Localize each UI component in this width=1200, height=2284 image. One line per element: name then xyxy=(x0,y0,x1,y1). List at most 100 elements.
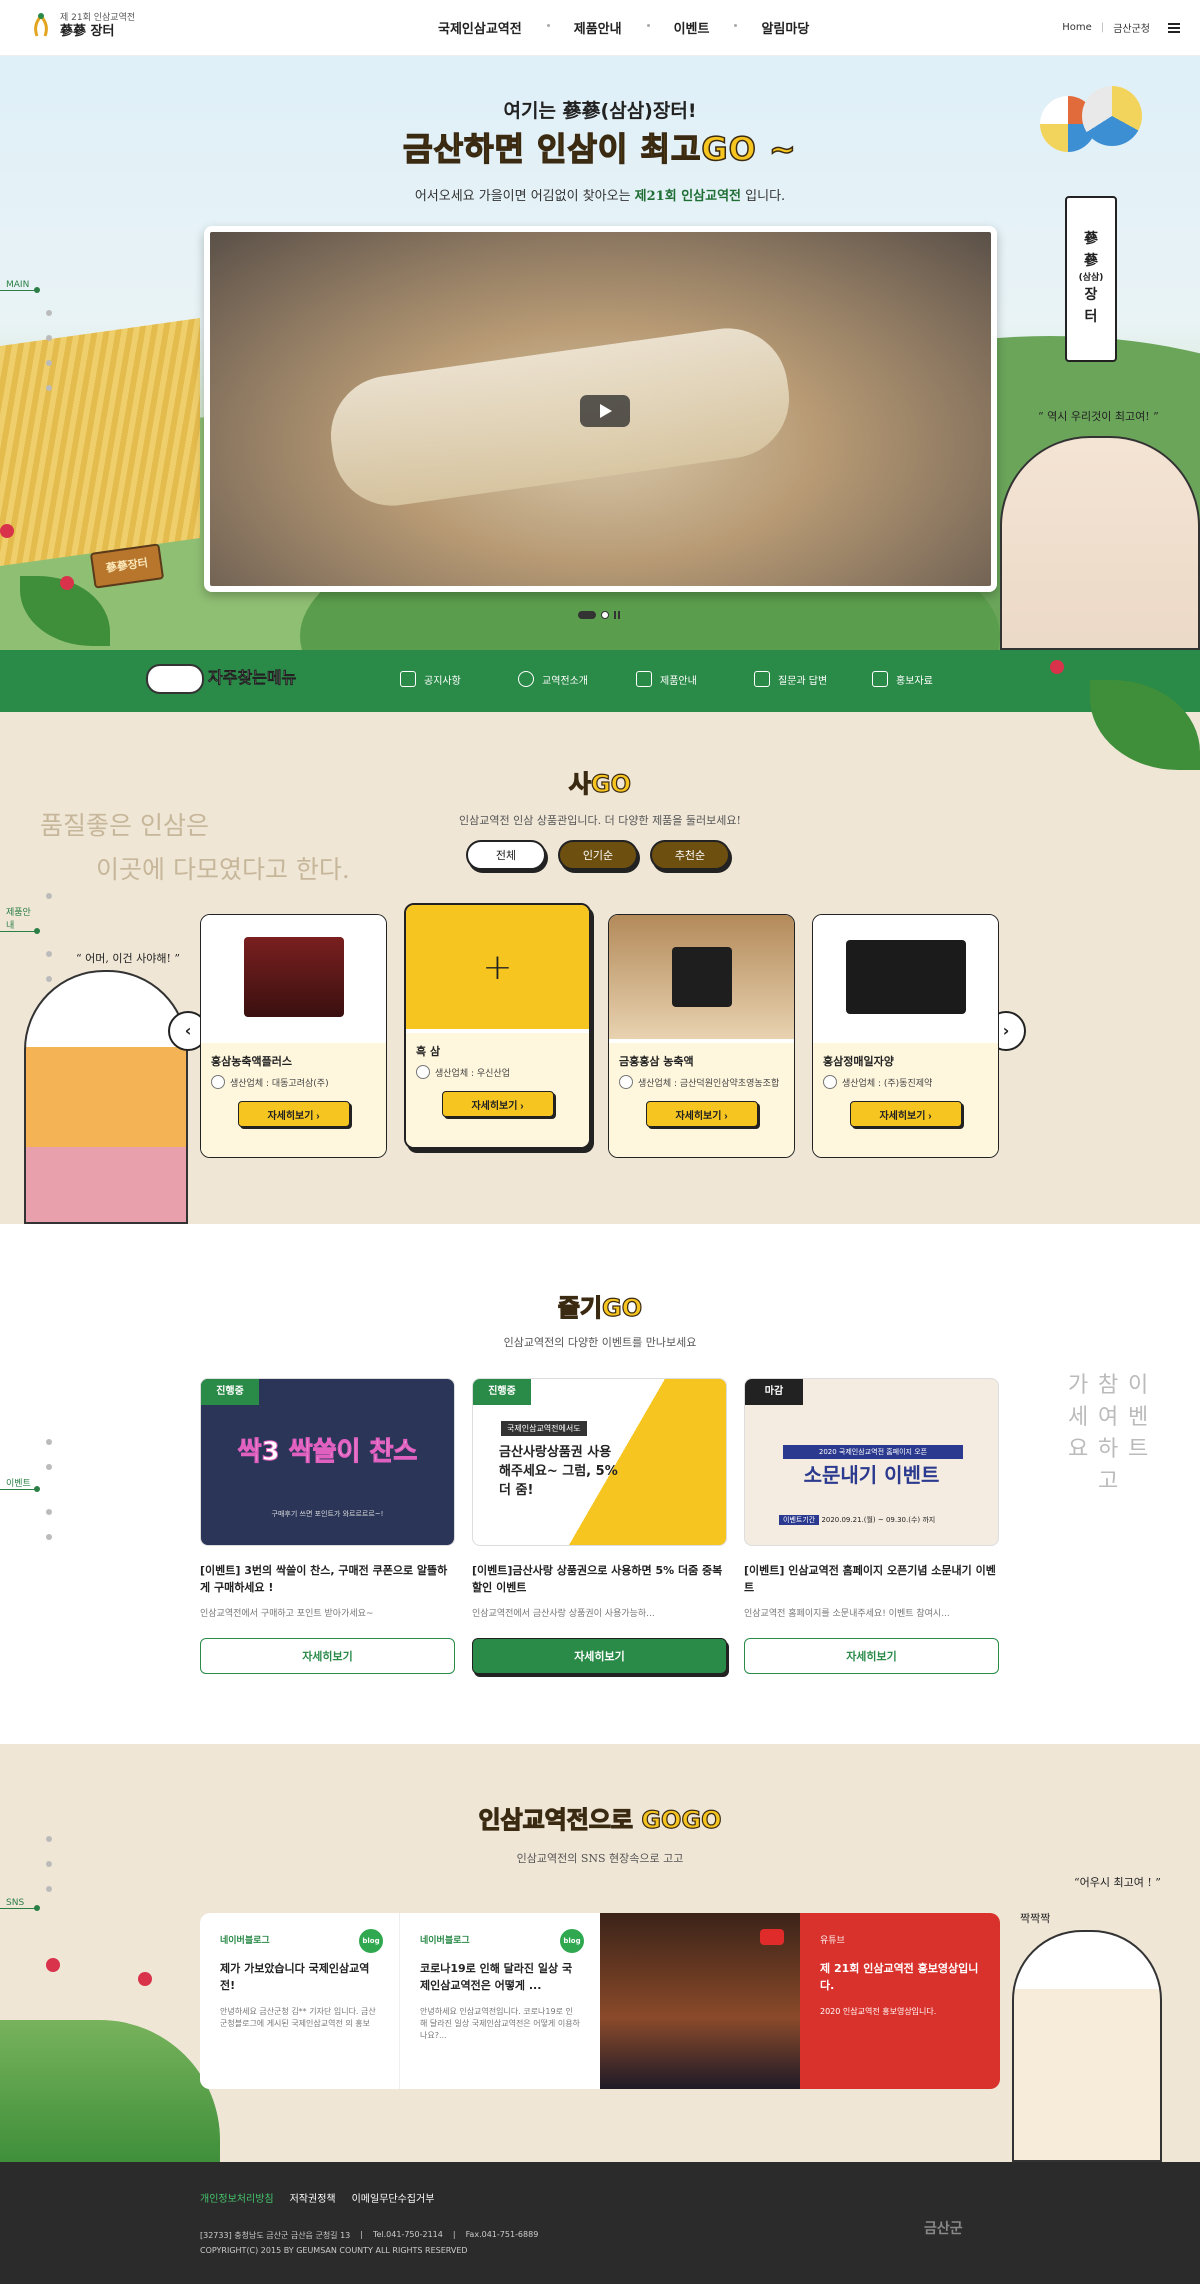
maker-icon xyxy=(823,1075,837,1089)
footer-address: [32733] 충청남도 금산군 금산읍 군청길 13 | Tel.041-750-… xyxy=(200,2230,539,2240)
filter-recommended-button[interactable]: 추천순 xyxy=(650,840,730,870)
logo-subtitle: 제 21회 인삼교역전 xyxy=(60,12,136,23)
product-detail-button[interactable]: 자세히보기 › xyxy=(645,1101,758,1127)
product-card[interactable]: 홍삼정매일자양 생산업체 : (주)동진제약 자세히보기 › xyxy=(812,914,999,1158)
county-link[interactable]: 금산군청 xyxy=(1113,20,1150,35)
event-card[interactable]: 마감 2020 국제인삼교역전 홈페이지 오픈 소문내기 이벤트 이벤트기간 2… xyxy=(744,1378,999,1674)
section-subtitle-jeulgi: 인삼교역전의 다양한 이벤트를 만나보세요 xyxy=(503,1336,697,1349)
copyright-link[interactable]: 저작권정책 xyxy=(290,2190,336,2205)
side-dot[interactable] xyxy=(46,976,52,982)
product-detail-button[interactable]: 자세히보기 › xyxy=(237,1101,350,1127)
email-policy-link[interactable]: 이메일무단수집거부 xyxy=(352,2190,435,2205)
product-image xyxy=(609,915,794,1039)
product-image xyxy=(813,915,998,1039)
event-card[interactable]: 진행중 국제인삼교역전에서도 금산사랑상품권 사용해주세요~ 그럼, 5% 더 … xyxy=(472,1378,727,1674)
side-dot[interactable] xyxy=(46,1534,52,1540)
side-label[interactable]: 이벤트 xyxy=(0,1476,40,1492)
event-desc: 인삼교역전에서 금산사랑 상품권이 사용가능하... xyxy=(472,1609,655,1619)
event-desc: 인삼교역전에서 구매하고 포인트 받아가세요~ xyxy=(200,1609,374,1619)
status-badge: 진행중 xyxy=(473,1379,531,1405)
filter-popular-button[interactable]: 인기순 xyxy=(558,840,638,870)
event-detail-button[interactable]: 자세히보기 xyxy=(200,1638,455,1674)
lightbulb-icon xyxy=(518,671,534,687)
sns-title: 제 21회 인삼교역전 홍보영상입니다. xyxy=(820,1962,979,1992)
side-dot[interactable] xyxy=(46,1509,52,1515)
side-indicator-sns: SNS xyxy=(0,1836,52,1911)
event-detail-button[interactable]: 자세히보기 xyxy=(744,1638,999,1674)
event-image: 진행중 국제인삼교역전에서도 금산사랑상품권 사용해주세요~ 그럼, 5% 더 … xyxy=(472,1378,727,1546)
sns-video-thumbnail[interactable] xyxy=(600,1913,800,2089)
nav-item-events[interactable]: 이벤트 xyxy=(646,18,736,37)
product-name: 금홍홍삼 농축액 xyxy=(619,1055,694,1068)
play-icon[interactable] xyxy=(580,395,630,427)
side-label[interactable]: SNS xyxy=(0,1898,40,1911)
quick-item-intro[interactable]: 교역전소개 xyxy=(518,671,636,687)
event-image: 진행중 싹3 싹쓸이 찬스 구매후기 쓰면 포인트가 와르르르르~! xyxy=(200,1378,455,1546)
chat-bubble-icon xyxy=(754,671,770,687)
site-logo[interactable]: 제 21회 인삼교역전 蔘蔘 장터 xyxy=(28,12,135,40)
side-dot[interactable] xyxy=(46,1861,52,1867)
product-detail-button[interactable]: 자세히보기 › xyxy=(849,1101,962,1127)
sns-card[interactable]: 네이버블로그 blog 제가 가보았습니다 국제인삼교역전! 안녕하세요 금산군… xyxy=(200,1913,400,2089)
side-dot[interactable] xyxy=(46,385,52,391)
flower-decoration xyxy=(0,524,14,538)
side-label[interactable]: 제품안내 xyxy=(0,905,40,934)
quick-item-products[interactable]: 제품안내 xyxy=(636,671,754,687)
privacy-link[interactable]: 개인정보처리방침 xyxy=(200,2190,274,2205)
hero-title: 금산하면 인삼이 최고GO ~ xyxy=(402,129,797,169)
hamburger-menu-icon[interactable] xyxy=(1168,22,1180,33)
flower-decoration xyxy=(46,1958,60,1972)
product-maker: 생산업체 : 대동고려삼(주) xyxy=(211,1075,376,1089)
sns-desc: 안녕하세요 인삼교역전입니다. 코로나19로 인해 달라진 일상 국제인삼교역전… xyxy=(420,2007,580,2040)
sns-card[interactable]: 네이버블로그 blog 코로나19로 인해 달라진 일상 국제인삼교역전은 어떻… xyxy=(400,1913,600,2089)
sns-card-youtube[interactable]: 유튜브 제 21회 인삼교역전 홍보영상입니다. 2020 인삼교역전 홍보영상… xyxy=(800,1913,1000,2089)
side-dot[interactable] xyxy=(46,1886,52,1892)
pause-icon[interactable] xyxy=(614,611,620,619)
flower-decoration xyxy=(138,1972,152,1986)
side-dot[interactable] xyxy=(46,1439,52,1445)
promo-video-player[interactable] xyxy=(204,226,997,592)
side-dot[interactable] xyxy=(46,1836,52,1842)
side-dot[interactable] xyxy=(46,951,52,957)
scholar-quote: “어우시 최고여 ! ” xyxy=(1074,1876,1161,1889)
maker-icon xyxy=(211,1075,225,1089)
side-dot[interactable] xyxy=(46,335,52,341)
side-dot[interactable] xyxy=(46,1464,52,1470)
quick-item-notice[interactable]: 공지사항 xyxy=(400,671,518,687)
maker-icon xyxy=(416,1065,430,1079)
product-detail-button[interactable]: 자세히보기 › xyxy=(441,1091,554,1117)
product-card[interactable]: 금홍홍삼 농축액 생산업체 : 금산덕원인삼약초영농조합 자세히보기 › xyxy=(608,914,795,1158)
pager-dot-active[interactable] xyxy=(578,611,596,619)
site-header: 제 21회 인삼교역전 蔘蔘 장터 국제인삼교역전 제품안내 이벤트 알림마당 … xyxy=(0,0,1200,56)
blog-icon: blog xyxy=(359,1929,383,1953)
hanbok-woman-illustration xyxy=(24,970,188,1224)
side-dot[interactable] xyxy=(46,893,52,899)
event-card[interactable]: 진행중 싹3 싹쓸이 찬스 구매후기 쓰면 포인트가 와르르르르~! [이벤트]… xyxy=(200,1378,455,1674)
product-card-active[interactable]: + 흑 삼 생산업체 : 우신산업 자세히보기 › xyxy=(404,903,591,1149)
maker-icon xyxy=(619,1075,633,1089)
sns-source: 네이버블로그 xyxy=(220,1936,270,1946)
villagers-illustration xyxy=(1000,436,1200,650)
county-logo[interactable]: 금산군 xyxy=(924,2218,963,2238)
pager-dot[interactable] xyxy=(601,611,609,619)
quick-item-qna[interactable]: 질문과 답변 xyxy=(754,671,872,687)
quick-item-press[interactable]: 홍보자료 xyxy=(872,671,990,687)
sns-source: 네이버블로그 xyxy=(420,1936,470,1946)
nav-item-products[interactable]: 제품안내 xyxy=(546,18,648,37)
sns-title: 코로나19로 인해 달라진 일상 국제인삼교역전은 어떻게 ... xyxy=(420,1962,573,1992)
flower-decoration xyxy=(60,576,74,590)
logo-title: 蔘蔘 장터 xyxy=(60,23,115,39)
side-dot[interactable] xyxy=(46,310,52,316)
hero-title-small: 여기는 蔘蔘(삼삼)장터! xyxy=(503,100,697,122)
filter-all-button[interactable]: 전체 xyxy=(466,840,546,870)
event-detail-button[interactable]: 자세히보기 xyxy=(472,1638,727,1674)
sns-desc: 안녕하세요 금산군청 김** 기자단 입니다. 금산군청블로그에 게시된 국제인… xyxy=(220,2007,376,2028)
nav-item-expo[interactable]: 국제인삼교역전 xyxy=(412,18,548,37)
side-label[interactable]: MAIN xyxy=(0,280,40,293)
side-dot[interactable] xyxy=(46,360,52,366)
home-link[interactable]: Home xyxy=(1062,22,1092,33)
nav-item-notice[interactable]: 알림마당 xyxy=(734,18,835,37)
site-footer: 개인정보처리방침 저작권정책 이메일무단수집거부 [32733] 충청남도 금산… xyxy=(0,2162,1200,2284)
product-card[interactable]: 홍삼농축액플러스 생산업체 : 대동고려삼(주) 자세히보기 › xyxy=(200,914,387,1158)
scholar-illustration xyxy=(1012,1930,1162,2162)
